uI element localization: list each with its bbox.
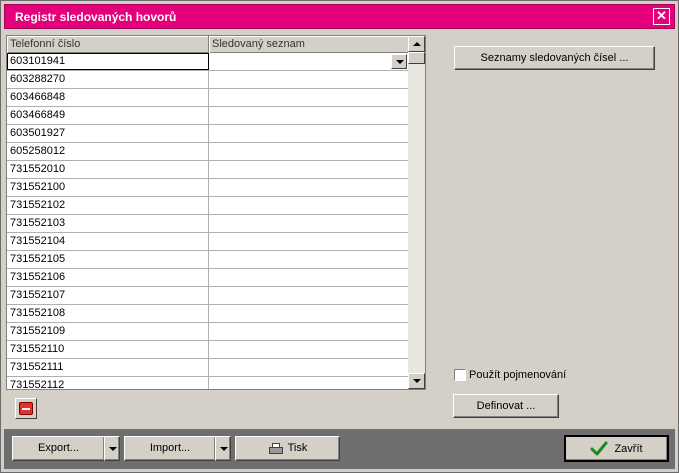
phone-number-cell[interactable]: 731552110 — [7, 341, 209, 358]
watched-list-cell[interactable] — [209, 251, 409, 268]
close-button[interactable]: Zavřít — [564, 435, 669, 462]
use-names-label: Použít pojmenování — [469, 369, 567, 381]
table-row[interactable]: 603101941 — [7, 53, 409, 71]
watched-list-cell[interactable] — [209, 377, 409, 389]
export-dropdown-button[interactable] — [104, 436, 120, 461]
table-row[interactable]: 731552104 — [7, 233, 409, 251]
table-row[interactable]: 731552010 — [7, 161, 409, 179]
watched-list-cell[interactable] — [209, 161, 409, 178]
table-row[interactable]: 731552106 — [7, 269, 409, 287]
phone-number-cell[interactable]: 731552100 — [7, 179, 209, 196]
phone-number-cell[interactable]: 731552111 — [7, 359, 209, 376]
list-dropdown-icon[interactable] — [391, 54, 407, 69]
phone-number-cell[interactable]: 603288270 — [7, 71, 209, 88]
watched-list-cell[interactable] — [209, 233, 409, 250]
watched-list-cell[interactable] — [209, 287, 409, 304]
table-row[interactable]: 731552109 — [7, 323, 409, 341]
watched-lists-button[interactable]: Seznamy sledovaných čísel ... — [454, 46, 655, 70]
grid-vertical-scrollbar[interactable] — [408, 36, 425, 389]
delete-row-button[interactable] — [15, 398, 37, 419]
watched-list-cell[interactable] — [209, 359, 409, 376]
close-label: Zavřít — [614, 442, 643, 455]
define-button[interactable]: Definovat ... — [453, 394, 559, 418]
watched-list-cell[interactable] — [209, 53, 409, 70]
chevron-down-icon — [220, 447, 228, 451]
scroll-thumb[interactable] — [408, 52, 425, 64]
watched-list-cell[interactable] — [209, 269, 409, 286]
watched-list-cell[interactable] — [209, 107, 409, 124]
table-row[interactable]: 731552103 — [7, 215, 409, 233]
table-row[interactable]: 731552102 — [7, 197, 409, 215]
watched-list-cell[interactable] — [209, 305, 409, 322]
table-row[interactable]: 731552111 — [7, 359, 409, 377]
phone-number-cell[interactable]: 731552112 — [7, 377, 209, 389]
column-header-phone[interactable]: Telefonní číslo — [7, 36, 209, 53]
watched-numbers-grid: Telefonní číslo Sledovaný seznam 6031019… — [6, 35, 426, 390]
phone-number-cell[interactable]: 731552106 — [7, 269, 209, 286]
watched-list-cell[interactable] — [209, 71, 409, 88]
watched-list-cell[interactable] — [209, 143, 409, 160]
watched-list-cell[interactable] — [209, 89, 409, 106]
check-icon — [590, 441, 608, 455]
watched-list-cell[interactable] — [209, 125, 409, 142]
import-dropdown-button[interactable] — [215, 436, 231, 461]
phone-number-cell[interactable]: 603501927 — [7, 125, 209, 142]
grid-body: 603101941 603288270 603466848 603466849 6035… — [7, 53, 409, 389]
table-row[interactable]: 731552107 — [7, 287, 409, 305]
watched-list-cell[interactable] — [209, 323, 409, 340]
phone-number-cell[interactable]: 605258012 — [7, 143, 209, 160]
use-names-option[interactable]: Použít pojmenování — [454, 369, 566, 381]
phone-number-cell[interactable]: 603101941 — [7, 53, 209, 70]
table-row[interactable]: 731552110 — [7, 341, 409, 359]
print-label: Tisk — [287, 442, 308, 454]
dialog-window: Registr sledovaných hovorů ✕ Telefonní č… — [0, 0, 679, 473]
table-row[interactable]: 605258012 — [7, 143, 409, 161]
phone-number-cell[interactable]: 731552105 — [7, 251, 209, 268]
grid-header: Telefonní číslo Sledovaný seznam — [7, 36, 409, 53]
phone-number-cell[interactable]: 731552109 — [7, 323, 209, 340]
minus-icon — [19, 402, 33, 415]
watched-list-cell[interactable] — [209, 179, 409, 196]
table-row[interactable]: 731552105 — [7, 251, 409, 269]
phone-number-cell[interactable]: 603466849 — [7, 107, 209, 124]
printer-icon — [268, 442, 284, 456]
scroll-down-icon[interactable] — [408, 373, 425, 389]
chevron-down-icon — [109, 447, 117, 451]
bottom-toolbar: Export... Import... Tisk Zavřít — [4, 429, 675, 469]
table-row[interactable]: 603288270 — [7, 71, 409, 89]
watched-list-cell[interactable] — [209, 215, 409, 232]
phone-number-cell[interactable]: 731552107 — [7, 287, 209, 304]
table-row[interactable]: 731552100 — [7, 179, 409, 197]
print-button[interactable]: Tisk — [235, 436, 340, 461]
column-header-list[interactable]: Sledovaný seznam — [209, 36, 409, 53]
scroll-up-icon[interactable] — [408, 36, 425, 52]
table-row[interactable]: 603466849 — [7, 107, 409, 125]
table-row[interactable]: 603466848 — [7, 89, 409, 107]
watched-list-cell[interactable] — [209, 341, 409, 358]
table-row[interactable]: 731552108 — [7, 305, 409, 323]
use-names-checkbox[interactable] — [454, 369, 466, 381]
title-bar: Registr sledovaných hovorů ✕ — [4, 4, 675, 29]
phone-number-cell[interactable]: 603466848 — [7, 89, 209, 106]
table-row[interactable]: 603501927 — [7, 125, 409, 143]
close-window-icon[interactable]: ✕ — [653, 8, 670, 25]
phone-number-cell[interactable]: 731552108 — [7, 305, 209, 322]
import-button[interactable]: Import... — [124, 436, 216, 461]
phone-number-cell[interactable]: 731552104 — [7, 233, 209, 250]
phone-number-cell[interactable]: 731552103 — [7, 215, 209, 232]
export-button[interactable]: Export... — [12, 436, 105, 461]
phone-number-cell[interactable]: 731552102 — [7, 197, 209, 214]
window-title: Registr sledovaných hovorů — [15, 10, 177, 24]
phone-number-cell[interactable]: 731552010 — [7, 161, 209, 178]
table-row[interactable]: 731552112 — [7, 377, 409, 389]
watched-list-cell[interactable] — [209, 197, 409, 214]
